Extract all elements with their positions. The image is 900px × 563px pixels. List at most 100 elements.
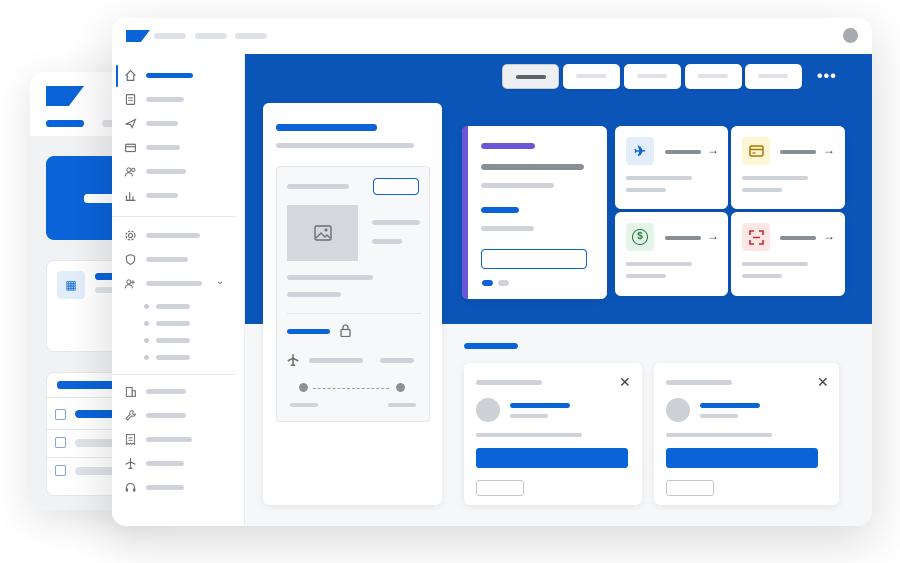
quick-action-flights[interactable]: ✈ → bbox=[615, 126, 728, 209]
list-row-text bbox=[75, 439, 115, 447]
arrow-right-icon: → bbox=[707, 229, 719, 243]
route-origin-dot bbox=[299, 383, 308, 392]
route-destination-label bbox=[388, 403, 416, 407]
panel-link[interactable] bbox=[287, 329, 330, 334]
sidebar-item-cards[interactable] bbox=[112, 138, 245, 158]
notification-card: ✕ bbox=[464, 363, 642, 505]
brand-logo[interactable] bbox=[126, 30, 150, 42]
notification-text bbox=[666, 433, 772, 437]
carousel-dot-active[interactable] bbox=[482, 280, 493, 286]
promo-input[interactable] bbox=[481, 249, 587, 269]
route-line bbox=[313, 388, 389, 389]
panel-text bbox=[372, 220, 420, 225]
quick-action-payments[interactable]: $ → bbox=[615, 212, 728, 296]
sidebar-item-reports[interactable] bbox=[112, 186, 245, 206]
route-origin-label bbox=[290, 403, 318, 407]
close-icon[interactable]: ✕ bbox=[817, 375, 829, 389]
notification-name[interactable] bbox=[510, 403, 570, 408]
chevron-down-icon[interactable]: ⌄ bbox=[216, 276, 224, 287]
main-content: ••• ✈ → → $ → → ✕ ✕ bbox=[245, 54, 872, 526]
sidebar-item-label bbox=[146, 257, 188, 262]
sidebar-item-home[interactable] bbox=[112, 66, 245, 86]
sidebar-item-users[interactable]: ⌄ bbox=[112, 274, 245, 294]
avatar bbox=[476, 398, 500, 422]
sub-item-label[interactable] bbox=[156, 321, 190, 326]
toolbar-tab-active[interactable] bbox=[502, 64, 559, 89]
sidebar-divider bbox=[112, 216, 236, 217]
notification-secondary-button[interactable] bbox=[666, 480, 714, 496]
sub-item-label[interactable] bbox=[156, 355, 190, 360]
close-icon[interactable]: ✕ bbox=[619, 375, 631, 389]
top-nav-link[interactable] bbox=[235, 33, 267, 39]
plane-icon bbox=[123, 117, 137, 131]
top-nav-link[interactable] bbox=[195, 33, 227, 39]
quick-action-cards[interactable]: → bbox=[731, 126, 845, 209]
promo-link[interactable] bbox=[481, 207, 519, 213]
quick-action-label bbox=[665, 236, 701, 240]
notification-primary-button[interactable] bbox=[666, 448, 818, 468]
notification-meta bbox=[510, 414, 548, 418]
card-icon bbox=[742, 137, 770, 165]
sidebar-item-security[interactable] bbox=[112, 250, 245, 270]
notification-secondary-button[interactable] bbox=[476, 480, 524, 496]
quick-action-scan[interactable]: → bbox=[731, 212, 845, 296]
background-tab-active[interactable] bbox=[46, 120, 84, 127]
sidebar-item-expenses[interactable] bbox=[112, 430, 245, 450]
sidebar-item-people[interactable] bbox=[112, 162, 245, 182]
sidebar-item-company[interactable] bbox=[112, 382, 245, 402]
booking-details-panel bbox=[276, 166, 430, 422]
toolbar-tab[interactable] bbox=[745, 64, 802, 89]
booking-card-title bbox=[276, 124, 377, 131]
flight-icon: ✈ bbox=[626, 137, 654, 165]
panel-action-button[interactable] bbox=[373, 178, 419, 195]
notification-name[interactable] bbox=[700, 403, 760, 408]
more-options-icon[interactable]: ••• bbox=[817, 68, 837, 86]
panel-text bbox=[287, 275, 373, 280]
sub-item-label[interactable] bbox=[156, 338, 190, 343]
stage: ▦ ⌄ ••• ✈ → → $ → → ✕ ✕ bbox=[0, 0, 900, 563]
sidebar-item-settings[interactable] bbox=[112, 226, 245, 246]
flight-time-text bbox=[380, 358, 414, 363]
panel-text bbox=[287, 292, 341, 297]
sub-item-label[interactable] bbox=[156, 304, 190, 309]
sidebar-item-documents[interactable] bbox=[112, 90, 245, 110]
notification-text bbox=[476, 433, 582, 437]
sidebar-item-trips[interactable] bbox=[112, 454, 245, 474]
top-nav-link[interactable] bbox=[154, 33, 186, 39]
quick-action-text bbox=[626, 176, 692, 180]
settings-icon bbox=[123, 229, 137, 243]
sidebar-item-label bbox=[146, 437, 192, 442]
sidebar-divider bbox=[112, 374, 236, 375]
sidebar: ⌄ bbox=[112, 54, 245, 526]
quick-action-text bbox=[742, 262, 808, 266]
promo-text bbox=[481, 226, 534, 231]
carousel-dot[interactable] bbox=[498, 280, 509, 286]
toolbar-tab[interactable] bbox=[563, 64, 620, 89]
background-logo bbox=[46, 86, 84, 106]
avatar bbox=[666, 398, 690, 422]
profile-avatar[interactable] bbox=[843, 28, 858, 43]
arrow-right-icon: → bbox=[823, 143, 835, 157]
dollar-glyph: $ bbox=[632, 229, 648, 245]
sidebar-item-support[interactable] bbox=[112, 478, 245, 498]
quick-action-text bbox=[742, 188, 782, 192]
sidebar-item-label bbox=[146, 193, 178, 198]
toolbar-tab[interactable] bbox=[624, 64, 681, 89]
row-checkbox[interactable] bbox=[55, 465, 66, 476]
row-checkbox[interactable] bbox=[55, 437, 66, 448]
toolbar-tab[interactable] bbox=[685, 64, 742, 89]
sidebar-item-label bbox=[146, 389, 186, 394]
quick-action-text bbox=[626, 262, 692, 266]
sidebar-item-tools[interactable] bbox=[112, 406, 245, 426]
sidebar-item-travel[interactable] bbox=[112, 114, 245, 134]
home-icon bbox=[123, 69, 137, 83]
list-row-text bbox=[75, 410, 115, 418]
notification-card: ✕ bbox=[654, 363, 839, 505]
row-checkbox[interactable] bbox=[55, 409, 66, 420]
flight-route-text bbox=[309, 358, 363, 363]
sidebar-item-label bbox=[146, 121, 178, 126]
sidebar-item-label bbox=[146, 413, 186, 418]
quick-action-text bbox=[742, 274, 782, 278]
notification-primary-button[interactable] bbox=[476, 448, 628, 468]
lock-icon bbox=[340, 324, 351, 342]
